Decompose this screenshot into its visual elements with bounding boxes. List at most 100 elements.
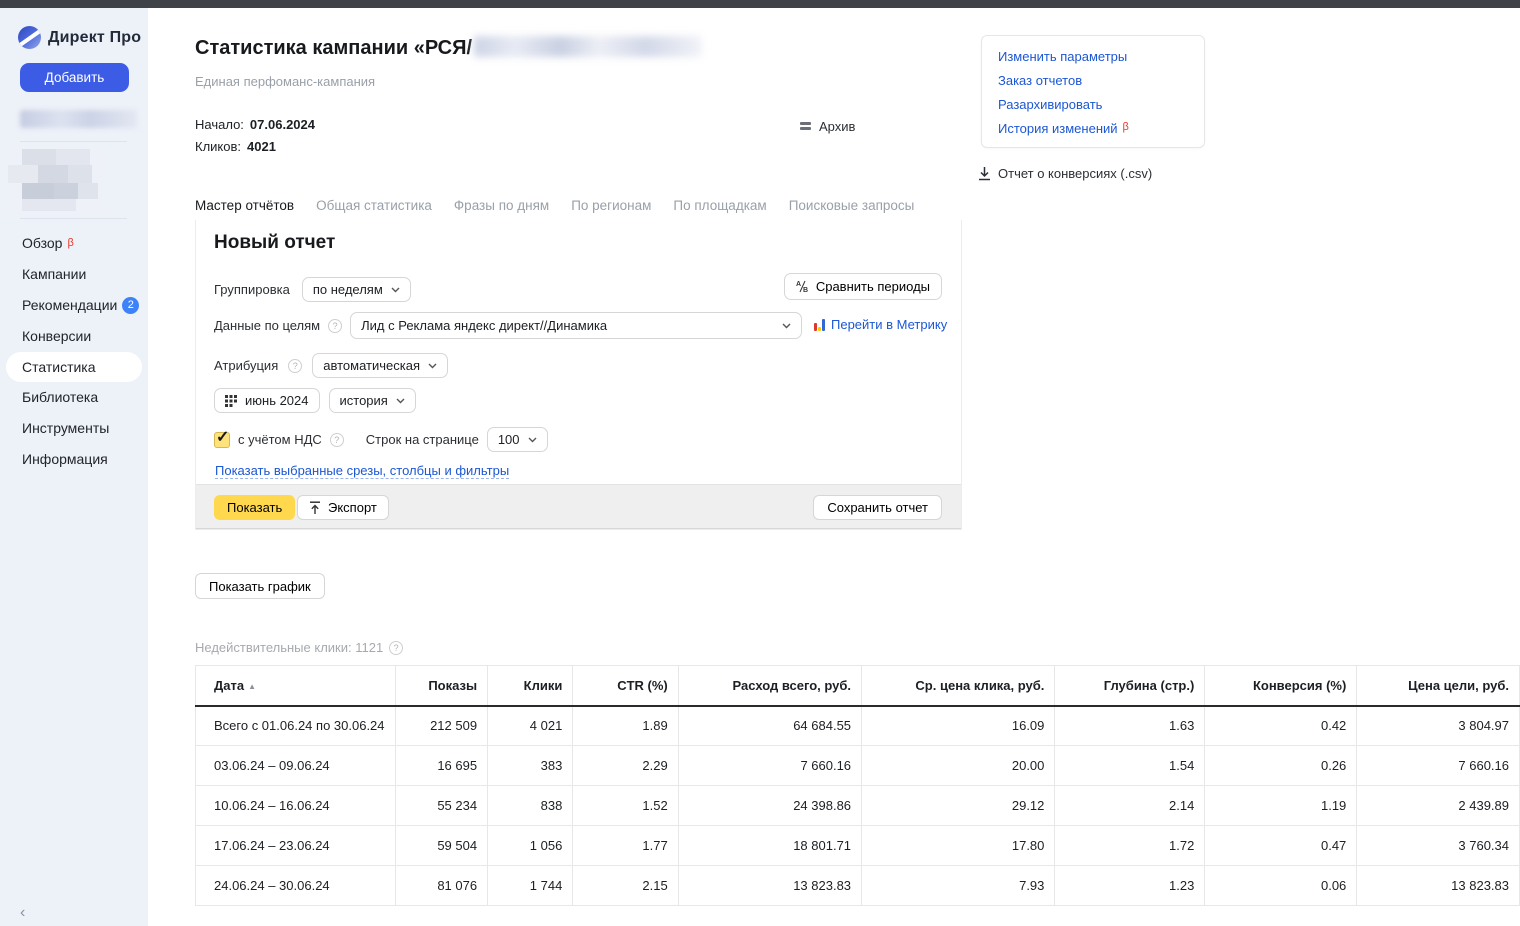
beta-badge: β [67,237,73,249]
show-slices-link[interactable]: Показать выбранные срезы, столбцы и филь… [215,463,509,479]
chevron-down-icon [391,287,400,293]
attribution-row: Атрибуция ? автоматическая [214,353,448,378]
ab-compare-icon: A B [796,280,809,293]
save-report-button[interactable]: Сохранить отчет [813,495,942,520]
download-icon [978,167,991,181]
table-row: 24.06.24 – 30.06.24 81 076 1 744 2.15 13… [196,866,1520,906]
show-report-button[interactable]: Показать [214,495,295,520]
blurred-account-bar [20,110,137,128]
column-header-ctr[interactable]: CTR (%) [573,666,678,706]
help-icon[interactable]: ? [389,641,403,655]
column-header-avg-cpc[interactable]: Ср. цена клика, руб. [862,666,1055,706]
report-actions-bar: Показать Экспорт Сохранить отчет [196,484,961,529]
archive-icon [800,122,811,132]
export-button[interactable]: Экспорт [297,495,389,520]
rows-per-page-select[interactable]: 100 [487,427,548,452]
start-value: 07.06.2024 [250,117,315,132]
campaign-meta: Начало: 07.06.2024 Кликов: 4021 [195,117,315,161]
campaign-name-prefix: «РСЯ/ [414,37,472,59]
table-row: 10.06.24 – 16.06.24 55 234 838 1.52 24 3… [196,786,1520,826]
conversions-csv-link[interactable]: Отчет о конверсиях (.csv) [978,166,1152,181]
clicks-value: 4021 [247,139,276,154]
clicks-label: Кликов: [195,139,241,154]
metrika-icon [814,319,825,331]
add-button[interactable]: Добавить [20,63,129,92]
attribution-select[interactable]: автоматическая [312,353,448,378]
top-browser-bar [0,0,1520,8]
table-header-row: Дата▲ Показы Клики CTR (%) Расход всего,… [196,666,1520,706]
period-picker[interactable]: июнь 2024 [214,388,320,413]
column-header-shows[interactable]: Показы [395,666,488,706]
table-totals-row: Всего с 01.06.24 по 30.06.24 212 509 4 0… [196,706,1520,746]
sidebar: Директ Про Добавить Обзорβ Кампании Реко… [0,8,148,926]
compare-periods-button[interactable]: A B Сравнить периоды [784,273,942,300]
column-header-goal-cost[interactable]: Цена цели, руб. [1357,666,1520,706]
table-row: 17.06.24 – 23.06.24 59 504 1 056 1.77 18… [196,826,1520,866]
period-row: июнь 2024 история [214,388,416,413]
help-icon[interactable]: ? [288,359,302,373]
grouping-select[interactable]: по неделям [302,277,411,302]
campaign-actions-panel: Изменить параметры Заказ отчетов Разархи… [981,35,1205,148]
archive-control[interactable]: Архив [800,119,855,134]
brand-name: Директ Про [48,29,141,47]
sidebar-menu: Обзорβ Кампании Рекомендации2 Конверсии … [0,228,148,475]
report-builder-card: Новый отчет Группировка по неделям A B С… [195,220,962,530]
sidebar-item-instrumenty[interactable]: Инструменты [0,413,148,444]
sidebar-item-rekomendacii[interactable]: Рекомендации2 [0,290,148,321]
column-header-conversion[interactable]: Конверсия (%) [1205,666,1357,706]
svg-text:A: A [796,281,801,288]
totals-label: Всего с 01.06.24 по 30.06.24 [196,706,396,746]
goals-label: Данные по целям [214,318,320,333]
chevron-down-icon [782,323,791,329]
brand-logo[interactable]: Директ Про [0,8,148,49]
sidebar-item-konversii[interactable]: Конверсии [0,321,148,352]
campaign-type-label: Единая перфоманс-кампания [195,74,375,89]
vat-row: с учётом НДС ? Строк на странице 100 [214,427,548,452]
sidebar-item-kampanii[interactable]: Кампании [0,259,148,290]
column-header-depth[interactable]: Глубина (стр.) [1055,666,1205,706]
show-chart-button[interactable]: Показать график [195,573,325,599]
attribution-label: Атрибуция [214,358,278,373]
sidebar-item-biblioteka[interactable]: Библиотека [0,382,148,413]
report-title: Новый отчет [214,232,335,254]
sidebar-collapse-icon[interactable]: ‹ [20,904,25,922]
sidebar-divider [20,218,127,219]
direct-pro-logo-icon [18,26,41,49]
column-header-cost[interactable]: Расход всего, руб. [678,666,861,706]
vat-checkbox[interactable] [214,432,230,448]
export-icon [309,501,321,515]
unarchive-link[interactable]: Разархивировать [998,97,1204,112]
rows-per-page-label: Строк на странице [366,432,479,447]
help-icon[interactable]: ? [328,319,342,333]
sidebar-divider [20,141,127,142]
statistics-table: Всего с 01.06.24 по 30.06.24 212 509 4 0… [195,665,1520,906]
history-select[interactable]: история [329,388,416,413]
sidebar-item-obzor[interactable]: Обзорβ [0,228,148,259]
go-to-metrika-link[interactable]: Перейти в Метрику [831,317,947,332]
edit-parameters-link[interactable]: Изменить параметры [998,49,1204,64]
sidebar-item-informaciya[interactable]: Информация [0,444,148,475]
column-header-date[interactable]: Дата▲ [196,666,396,706]
main-content: Статистика кампании «РСЯ/ Единая перфома… [148,8,1520,926]
help-icon[interactable]: ? [330,433,344,447]
calendar-icon [225,395,237,407]
column-header-clicks[interactable]: Клики [488,666,573,706]
archive-label: Архив [819,119,855,134]
invalid-clicks-note: Недействительные клики: 1121 ? [195,640,403,655]
goals-row: Данные по целям ? Лид с Реклама яндекс д… [214,312,802,339]
goals-select[interactable]: Лид с Реклама яндекс директ//Динамика [350,312,802,339]
blurred-account-block [8,147,105,213]
table-row: 03.06.24 – 09.06.24 16 695 383 2.29 7 66… [196,746,1520,786]
page-title: Статистика кампании «РСЯ/ [195,36,702,60]
beta-badge: β [1123,121,1129,133]
count-badge: 2 [122,297,139,314]
start-label: Начало: [195,117,244,132]
change-history-link[interactable]: История измененийβ [998,121,1204,136]
order-reports-link[interactable]: Заказ отчетов [998,73,1204,88]
metrika-link-row: Перейти в Метрику [814,317,947,332]
chevron-down-icon [396,398,405,404]
sort-asc-icon: ▲ [248,682,256,691]
svg-text:B: B [803,287,808,293]
grouping-label: Группировка [214,282,290,297]
sidebar-item-statistika[interactable]: Статистика [6,352,142,382]
